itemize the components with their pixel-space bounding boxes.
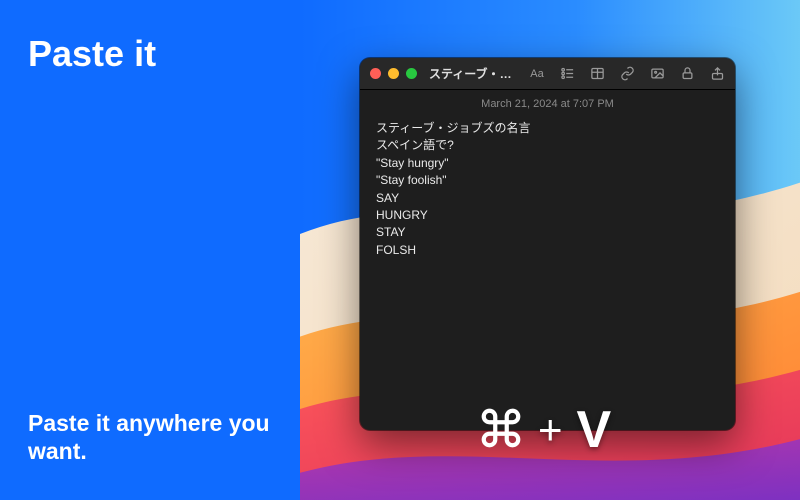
share-icon[interactable]	[709, 66, 725, 82]
media-icon[interactable]	[649, 66, 665, 82]
window-titlebar: スティーブ・ジョブ… Aa	[360, 58, 735, 90]
window-toolbar: Aa	[529, 66, 725, 82]
close-button[interactable]	[370, 68, 381, 79]
lock-icon[interactable]	[679, 66, 695, 82]
format-icon[interactable]: Aa	[529, 66, 545, 82]
desktop-preview: スティーブ・ジョブ… Aa	[300, 0, 800, 500]
note-body[interactable]: スティーブ・ジョブズの名言 スペイン語で? "Stay hungry" "Sta…	[360, 116, 735, 263]
zoom-button[interactable]	[406, 68, 417, 79]
window-title: スティーブ・ジョブ…	[429, 65, 521, 82]
shortcut-key: V	[577, 400, 613, 460]
notes-window: スティーブ・ジョブ… Aa	[360, 58, 735, 430]
promo-subheading: Paste it anywhere you want.	[28, 409, 272, 467]
shortcut-label: + V	[478, 400, 612, 460]
traffic-lights	[370, 68, 417, 79]
checklist-icon[interactable]	[559, 66, 575, 82]
table-icon[interactable]	[589, 66, 605, 82]
link-icon[interactable]	[619, 66, 635, 82]
promo-sidebar: Paste it Paste it anywhere you want.	[0, 0, 300, 500]
command-icon	[478, 405, 524, 456]
minimize-button[interactable]	[388, 68, 399, 79]
note-timestamp: March 21, 2024 at 7:07 PM	[360, 90, 735, 116]
plus-sign: +	[538, 406, 563, 454]
promo-heading: Paste it	[28, 34, 272, 74]
